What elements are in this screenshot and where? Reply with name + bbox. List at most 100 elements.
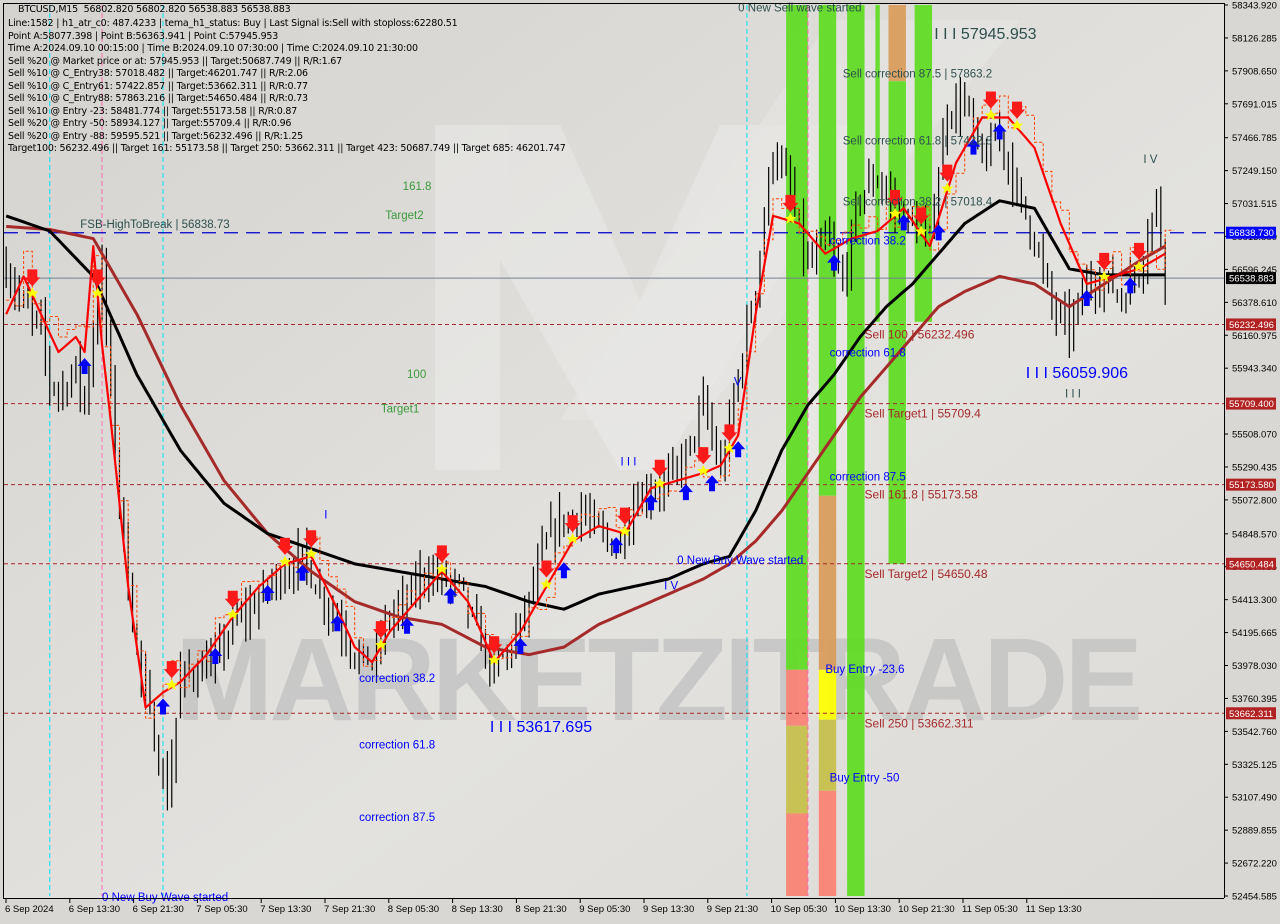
- annotation-label: 161.8: [403, 181, 432, 193]
- band-segment: [786, 669, 808, 726]
- annotation-label: I: [324, 509, 327, 521]
- y-tick-label: 57466.785: [1232, 133, 1277, 144]
- price-tag-label: 56538.883: [1229, 274, 1274, 285]
- annotation-label: 0 New Sell wave started: [738, 3, 861, 15]
- x-tick-label: 6 Sep 2024: [5, 904, 54, 915]
- band-segment: [818, 495, 837, 670]
- info-line: Line:1582 | h1_atr_c0: 487.4233 | tema_h…: [8, 18, 458, 29]
- annotation-label: I I I 57945.953: [934, 26, 1036, 43]
- info-line: Time A:2024.09.10 00:15:00 | Time B:2024…: [8, 43, 418, 54]
- annotation-label: correction 61.8: [359, 739, 435, 751]
- y-tick-label: 53107.490: [1232, 793, 1277, 804]
- x-tick-label: 8 Sep 05:30: [388, 904, 439, 915]
- x-tick-label: 11 Sep 05:30: [962, 904, 1018, 915]
- annotation-label: Sell correction 61.8 | 57422.8: [843, 135, 992, 147]
- level-label: Sell 161.8 | 55173.58: [865, 488, 979, 502]
- x-tick-label: 9 Sep 13:30: [643, 904, 694, 915]
- annotation-label: I I I 56059.906: [1026, 365, 1128, 382]
- info-line: Sell %20 @ Entry -88: 59595.521 || Targe…: [8, 131, 303, 142]
- y-tick-label: 56378.610: [1232, 298, 1277, 309]
- price-tag-label: 56838.730: [1229, 228, 1274, 239]
- ohlc-values: 56802.820 56802.820 56538.883 56538.883: [83, 4, 291, 15]
- symbol-header: BTCUSD,M15 56802.820 56802.820 56538.883…: [18, 4, 291, 15]
- x-tick-label: 9 Sep 21:30: [707, 904, 758, 915]
- y-tick-label: 53325.125: [1232, 760, 1277, 771]
- y-tick-label: 58126.285: [1232, 33, 1277, 44]
- annotation-label: Sell correction 38.2 | 57018.4: [843, 197, 993, 209]
- y-tick-label: 55508.070: [1232, 430, 1277, 441]
- y-tick-label: 54195.665: [1232, 628, 1277, 639]
- level-label: Sell Target2 | 54650.48: [865, 567, 988, 581]
- info-line: Sell %20 @ Market price or at: 57945.953…: [8, 56, 342, 67]
- annotation-label: Buy Entry -50: [830, 773, 900, 785]
- annotation-label: I I I: [621, 457, 637, 469]
- y-tick-label: 57691.015: [1232, 99, 1277, 110]
- band-segment: [786, 813, 808, 896]
- annotation-label: correction 87.5: [830, 472, 906, 484]
- x-tick-label: 8 Sep 21:30: [515, 904, 566, 915]
- annotation-label: I V: [1143, 154, 1157, 166]
- y-tick-label: 52889.855: [1232, 826, 1277, 837]
- chart[interactable]: MARKETZITRADE 0 New Sell wave started I I…: [0, 0, 1280, 920]
- y-tick-label: 52454.585: [1232, 892, 1277, 903]
- y-tick-label: 55072.800: [1232, 495, 1277, 506]
- watermark-text: MARKETZITRADE: [175, 614, 1139, 746]
- y-tick-label: 58343.920: [1232, 1, 1277, 12]
- band-segment: [875, 5, 880, 322]
- y-tick-label: 53978.030: [1232, 661, 1277, 672]
- annotation-label: Buy Entry -23.6: [825, 664, 904, 676]
- annotation-label: correction 38.2: [830, 236, 906, 248]
- band-segment: [786, 725, 808, 814]
- price-tag-label: 55709.400: [1229, 399, 1274, 410]
- annotation-label: Sell correction 87.5 | 57863.2: [843, 69, 992, 81]
- annotation-label: V: [734, 376, 742, 388]
- annotation-label: 0 New Buy Wave started: [677, 555, 803, 567]
- x-tick-label: 11 Sep 13:30: [1026, 904, 1082, 915]
- level-label: Sell 100 | 56232.496: [865, 327, 975, 341]
- x-tick-label: 7 Sep 13:30: [260, 904, 311, 915]
- price-tag-label: 55173.580: [1229, 480, 1274, 491]
- y-tick-label: 55290.435: [1232, 462, 1277, 473]
- annotation-label: 100: [407, 369, 426, 381]
- annotation-label: correction 38.2: [359, 673, 435, 685]
- x-tick-label: 10 Sep 05:30: [771, 904, 828, 915]
- annotation-label: I I I 53617.695: [490, 719, 592, 736]
- annotation-label: I V: [664, 581, 678, 593]
- x-tick-label: 9 Sep 05:30: [579, 904, 630, 915]
- info-line: Sell %10 @ C_Entry61: 57422.857 || Targe…: [8, 81, 308, 92]
- y-tick-label: 55943.340: [1232, 364, 1277, 375]
- annotation-label: correction 61.8: [830, 348, 906, 360]
- info-line: Target100: 56232.496 || Target 161: 5517…: [8, 143, 566, 154]
- band-segment: [786, 5, 808, 670]
- band-segment: [914, 5, 933, 322]
- price-tag-label: 54650.484: [1229, 559, 1274, 570]
- y-tick-label: 57249.150: [1232, 166, 1277, 177]
- info-line: Sell %10 @ C_Entry38: 57018.482 || Targe…: [8, 68, 308, 79]
- y-tick-label: 52672.220: [1232, 859, 1277, 870]
- x-tick-label: 7 Sep 05:30: [196, 904, 247, 915]
- annotation-label: Target1: [381, 404, 419, 416]
- annotation-label: correction 87.5: [359, 812, 435, 824]
- band-segment: [818, 669, 837, 720]
- band-segment: [818, 790, 837, 896]
- y-tick-label: 54413.300: [1232, 595, 1277, 606]
- y-tick-label: 54848.570: [1232, 529, 1277, 540]
- x-tick-label: 10 Sep 13:30: [834, 904, 891, 915]
- y-tick-label: 56160.975: [1232, 331, 1277, 342]
- x-tick-label: 6 Sep 21:30: [133, 904, 184, 915]
- info-line: Sell %20 @ Entry -50: 58934.127 || Targe…: [8, 118, 292, 129]
- symbol-timeframe: BTCUSD,M15: [18, 4, 79, 15]
- info-line: Sell %10 @ C_Entry88: 57863.216 || Targe…: [8, 93, 308, 104]
- y-tick-label: 57908.650: [1232, 66, 1277, 77]
- level-label: Sell 250 | 53662.311: [865, 716, 974, 730]
- level-label: Sell Target1 | 55709.4: [865, 407, 982, 421]
- info-line: Sell %10 @ Entry -23: 58481.774 || Targe…: [8, 106, 298, 117]
- annotation-label: Target2: [385, 210, 423, 222]
- y-tick-label: 53760.395: [1232, 694, 1277, 705]
- x-tick-label: 6 Sep 13:30: [69, 904, 120, 915]
- y-tick-label: 53542.760: [1232, 727, 1277, 738]
- info-line: Point A:58077.398 | Point B:56363.941 | …: [8, 31, 279, 42]
- annotation-label: FSB-HighToBreak | 56838.73: [80, 219, 229, 231]
- x-tick-label: 10 Sep 21:30: [898, 904, 955, 915]
- y-tick-label: 57031.515: [1232, 199, 1277, 210]
